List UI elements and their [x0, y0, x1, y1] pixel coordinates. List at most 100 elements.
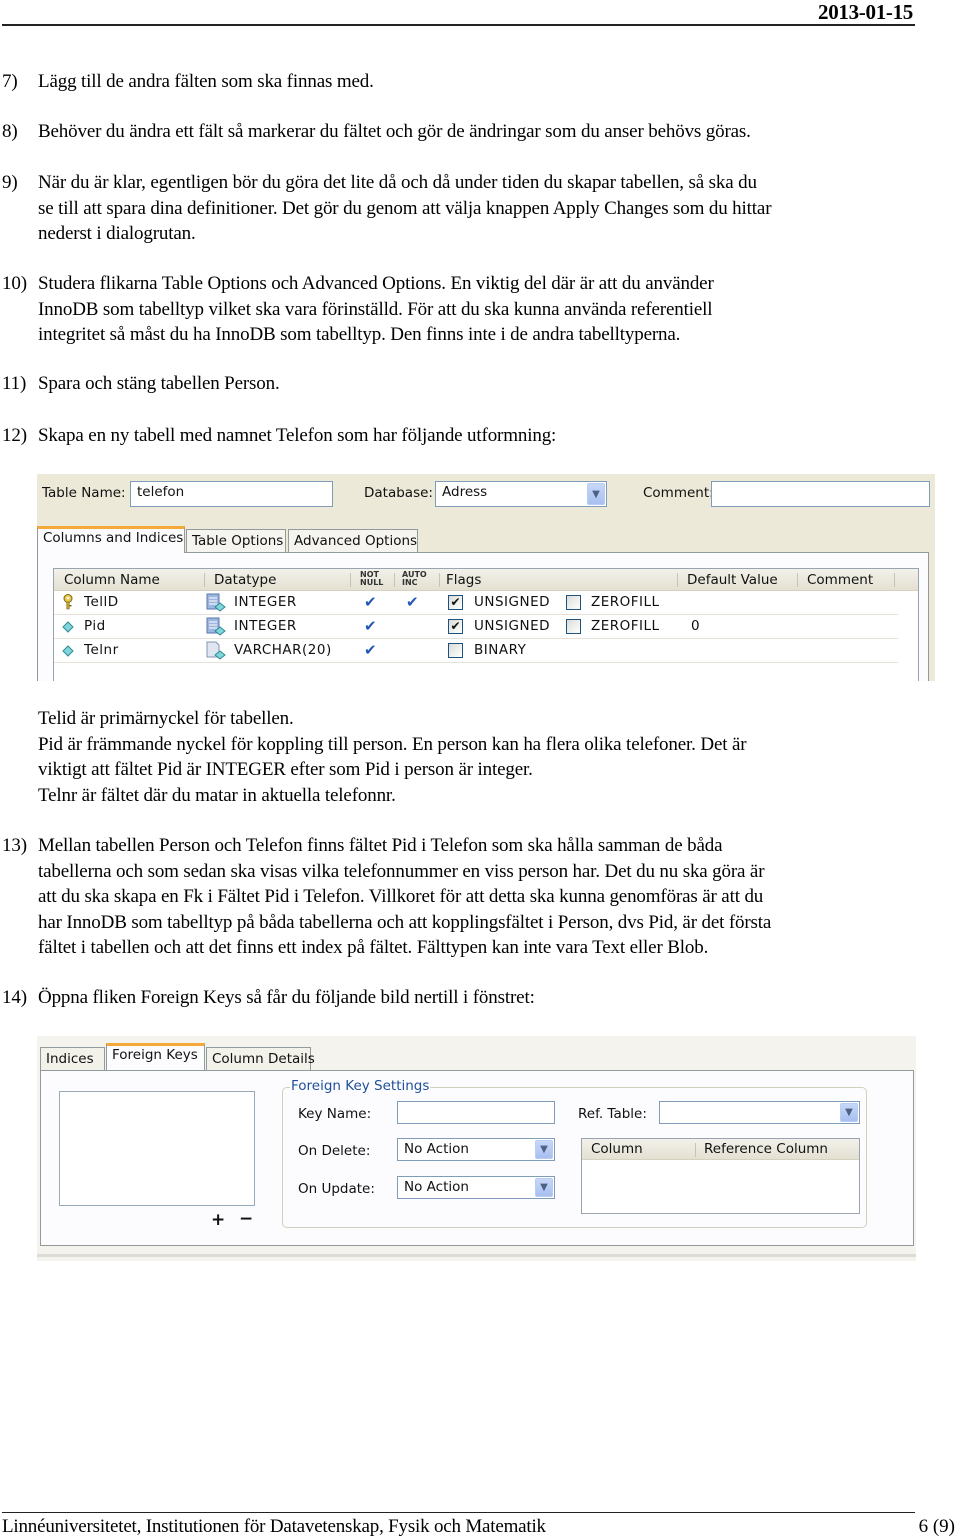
tab-foreign-keys[interactable]: Foreign Keys — [106, 1043, 205, 1070]
comment-label: Comment: — [643, 485, 714, 501]
step-text: När du är klar, egentligen bör du göra d… — [38, 172, 757, 193]
header-comment[interactable]: Comment — [807, 572, 873, 588]
header-auto-inc[interactable]: AUTO INC — [402, 571, 427, 587]
column-name: Pid — [84, 618, 106, 634]
header-datatype[interactable]: Datatype — [214, 572, 276, 588]
columns-grid: Column Name Datatype NOT NULL AUTO INC Fla… — [53, 568, 919, 681]
on-delete-label: On Delete: — [298, 1143, 371, 1159]
column-diamond-icon — [62, 645, 74, 657]
step-14: 14) Öppna fliken Foreign Keys så får du f… — [2, 985, 535, 1011]
header-not-null-line2: NULL — [360, 578, 384, 587]
step-11: 11) Spara och stäng tabellen Person. — [2, 371, 280, 397]
header-separator — [894, 573, 895, 587]
not-null-check-icon[interactable]: ✔ — [364, 641, 377, 659]
not-null-check-icon[interactable]: ✔ — [364, 617, 377, 635]
note-line: Telnr är fältet där du matar in aktuella… — [38, 785, 396, 806]
tab-table-options[interactable]: Table Options — [186, 529, 286, 553]
tab-columns-and-indices[interactable]: Columns and Indices — [37, 526, 185, 553]
header-flags[interactable]: Flags — [446, 572, 481, 588]
foreign-key-list[interactable] — [59, 1091, 255, 1206]
database-select[interactable]: Adress ▼ — [435, 481, 607, 507]
on-delete-select[interactable]: No Action ▼ — [397, 1138, 555, 1161]
column-diamond-icon — [62, 621, 74, 633]
header-separator — [204, 573, 205, 587]
step-10: 10) Studera flikarna Table Options och Ad… — [2, 271, 714, 348]
column-default-value[interactable]: 0 — [691, 618, 700, 634]
table-editor-screenshot: Table Name: telefon Database: Adress ▼ C… — [37, 474, 935, 681]
foreign-key-settings-group: Foreign Key Settings Key Name: Ref. Tabl… — [282, 1078, 867, 1228]
panel-bottom-edge — [37, 1254, 916, 1257]
flag-label: ZEROFILL — [591, 618, 660, 634]
column-row[interactable]: TellD INTEGER ✔ ✔ ✔ UNSIGNED ZEROFILL — [54, 591, 898, 615]
header-default-value[interactable]: Default Value — [687, 572, 778, 588]
tab-advanced-options[interactable]: Advanced Options — [288, 529, 418, 553]
remove-foreign-key-button[interactable]: − — [239, 1209, 253, 1229]
column-mapping-grid[interactable]: Column Reference Column — [581, 1138, 860, 1214]
foreign-keys-tab-panel: + − Foreign Key Settings Key Name: Ref. … — [40, 1070, 914, 1246]
step-number: 14) — [2, 987, 27, 1008]
note-line: Pid är främmande nyckel för koppling til… — [38, 734, 747, 755]
step-number: 11) — [2, 373, 27, 394]
step-text: Behöver du ändra ett fält så markerar du… — [38, 121, 751, 142]
zerofill-checkbox[interactable] — [566, 595, 581, 610]
unsigned-checkbox[interactable]: ✔ — [448, 595, 463, 610]
unsigned-checkbox[interactable]: ✔ — [448, 619, 463, 634]
zerofill-checkbox[interactable] — [566, 619, 581, 634]
not-null-check-icon[interactable]: ✔ — [364, 593, 377, 611]
on-update-value: No Action — [404, 1179, 469, 1195]
primary-key-icon — [63, 594, 73, 610]
binary-checkbox[interactable] — [448, 643, 463, 658]
column-mapping-header: Column Reference Column — [582, 1139, 859, 1160]
chevron-down-icon[interactable]: ▼ — [535, 1140, 553, 1159]
step-text: Skapa en ny tabell med namnet Telefon so… — [38, 425, 557, 446]
document-date: 2013-01-15 — [818, 0, 913, 24]
step-number: 9) — [2, 172, 18, 193]
foreign-key-settings-title: Foreign Key Settings — [290, 1078, 431, 1094]
chevron-down-icon[interactable]: ▼ — [840, 1103, 858, 1122]
footer-rule — [2, 1512, 915, 1513]
flag-label: ZEROFILL — [591, 594, 660, 610]
ref-table-select[interactable]: ▼ — [659, 1101, 860, 1124]
auto-inc-check-icon[interactable]: ✔ — [406, 593, 419, 611]
header-reference-column[interactable]: Reference Column — [704, 1141, 828, 1157]
on-update-label: On Update: — [298, 1181, 375, 1197]
step-number: 10) — [2, 273, 27, 294]
step-text: tabellerna och som sedan ska visas vilka… — [38, 860, 765, 882]
header-column[interactable]: Column — [591, 1141, 643, 1157]
tab-column-details[interactable]: Column Details — [206, 1047, 315, 1071]
add-foreign-key-button[interactable]: + — [211, 1210, 225, 1230]
table-name-input[interactable]: telefon — [130, 481, 333, 507]
step-text: integritet så måst du ha InnoDB som tabe… — [38, 324, 681, 345]
header-not-null[interactable]: NOT NULL — [360, 571, 383, 587]
column-row[interactable]: Pid INTEGER ✔ ✔ UNSIGNED ZEROFILL 0 — [54, 615, 898, 639]
datatype-icon — [206, 593, 226, 612]
column-row[interactable]: Telnr VARCHAR(20) ✔ BINARY — [54, 639, 898, 663]
footer-institution: Linnéuniversitetet, Institutionen för Da… — [2, 1516, 546, 1537]
datatype-icon — [206, 641, 226, 660]
column-name: Telnr — [84, 642, 119, 658]
note-line: Telid är primärnyckel för tabellen. — [38, 708, 294, 729]
flag-label: UNSIGNED — [474, 594, 551, 610]
comment-input[interactable] — [711, 481, 930, 507]
chevron-down-icon[interactable]: ▼ — [587, 483, 605, 505]
chevron-down-icon[interactable]: ▼ — [535, 1178, 553, 1197]
header-auto-inc-line2: INC — [402, 578, 418, 587]
foreign-keys-screenshot: Indices Foreign Keys Column Details + − … — [37, 1036, 916, 1261]
step-text: Spara och stäng tabellen Person. — [38, 373, 280, 394]
column-datatype: INTEGER — [234, 618, 297, 634]
key-name-input[interactable] — [397, 1101, 555, 1124]
key-name-label: Key Name: — [298, 1106, 372, 1122]
columns-tab-panel: Column Name Datatype NOT NULL AUTO INC Fla… — [37, 552, 929, 681]
step-text: Öppna fliken Foreign Keys så får du följ… — [38, 987, 535, 1008]
on-update-select[interactable]: No Action ▼ — [397, 1176, 555, 1199]
step-text: InnoDB som tabelltyp vilket ska vara för… — [38, 298, 713, 320]
header-separator — [695, 1143, 696, 1157]
tab-indices[interactable]: Indices — [40, 1047, 105, 1071]
step-text: Lägg till de andra fälten som ska finnas… — [38, 71, 374, 92]
header-column-name[interactable]: Column Name — [64, 572, 160, 588]
column-name: TellD — [84, 594, 119, 610]
flag-label: UNSIGNED — [474, 618, 551, 634]
step-text: att du ska skapa en Fk i Fältet Pid i Te… — [38, 886, 764, 907]
step-number: 13) — [2, 835, 27, 856]
step-text: Mellan tabellen Person och Telefon finns… — [38, 835, 723, 856]
